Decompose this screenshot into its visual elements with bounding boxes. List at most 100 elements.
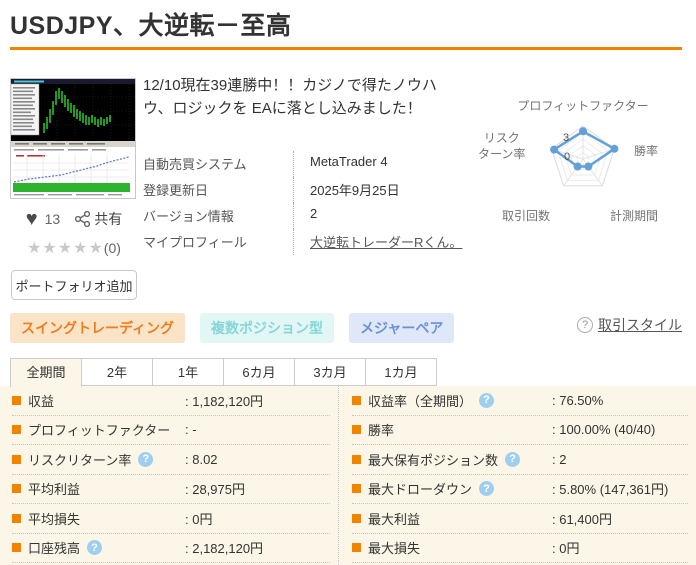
help-icon[interactable]: ?	[479, 392, 495, 408]
profile-link[interactable]: 大逆転トレーダーRくん。	[310, 235, 462, 250]
radar-scale-3: 3	[563, 132, 570, 144]
page-title: USDJPY、大逆転－至高	[10, 12, 292, 40]
help-icon[interactable]: ?	[138, 451, 154, 467]
share-label: 共有	[94, 211, 123, 227]
product-thumbnail-image	[10, 79, 135, 198]
share-icon	[75, 211, 91, 227]
rating-count: (0)	[103, 240, 121, 256]
stat-value: : 28,975円	[185, 482, 245, 498]
radar-scale-0: 0	[564, 151, 571, 163]
bullet-icon	[352, 425, 361, 435]
stat-value: : -	[185, 422, 197, 438]
bullet-icon	[352, 484, 361, 494]
stat-label: 平均利益	[28, 482, 81, 498]
info-row-system: 自動売買システム MetaTrader 4	[143, 151, 465, 177]
stat-row-max-positions: 最大保有ポジション数? : 2	[352, 445, 688, 475]
radar-axis-profit-factor: プロフィットファクター	[517, 99, 649, 113]
tab-all-period[interactable]: 全期間	[10, 358, 82, 387]
help-icon[interactable]: ?	[479, 481, 495, 497]
tag-major-pair[interactable]: メジャーペア	[349, 313, 455, 343]
tag-list: スイングトレーディング 複数ポジション型 メジャーペア	[10, 313, 455, 343]
bullet-icon	[12, 425, 21, 435]
stats-column-left: 収益? : 1,182,120円 プロフィットファクター? : - リスクリター…	[0, 386, 338, 565]
info-row-profile: マイプロフィール 大逆転トレーダーRくん。	[143, 229, 465, 255]
like-count: 13	[44, 211, 61, 227]
radar-axis-win-rate: 勝率	[634, 144, 659, 158]
stat-label: 最大ドローダウン	[368, 482, 473, 498]
tag-multi-position[interactable]: 複数ポジション型	[200, 313, 335, 343]
bullet-icon	[12, 395, 21, 405]
info-label: マイプロフィール	[143, 235, 247, 250]
stat-value: : 61,400円	[552, 511, 612, 527]
stat-value: : 76.50%	[552, 392, 604, 408]
stat-value: : 2,182,120円	[185, 541, 264, 557]
help-icon[interactable]: ?	[505, 451, 521, 467]
stat-label: リスクリターン率	[28, 452, 132, 468]
stat-label: 口座残高	[28, 541, 81, 557]
bullet-icon	[352, 395, 361, 405]
bullet-icon	[12, 543, 21, 553]
star-rating-icons: ★★★★★	[27, 240, 104, 257]
info-label: バージョン情報	[143, 209, 234, 224]
stat-value: : 5.80% (147,361円)	[552, 482, 669, 498]
radar-axis-risk-return-line2: ターン率	[478, 146, 526, 161]
heart-icon[interactable]: ♥	[26, 209, 38, 229]
help-icon[interactable]: ?	[87, 540, 103, 556]
stat-label: 最大損失	[368, 541, 421, 557]
trade-style: ? 取引スタイル	[577, 315, 682, 335]
stat-label: 最大利益	[368, 511, 421, 527]
stat-value: : 0円	[552, 541, 580, 557]
stat-value: : 100.00% (40/40)	[552, 422, 656, 438]
info-value: 2	[293, 203, 465, 229]
radar-axis-risk-return: リスク ターン率	[478, 131, 525, 162]
stat-row-max-drawdown: 最大ドローダウン? : 5.80% (147,361円)	[352, 475, 688, 504]
stat-row-risk-return: リスクリターン率? : 8.02	[12, 445, 330, 475]
radar-axis-trades: 取引回数	[502, 209, 551, 223]
info-label: 登録更新日	[143, 183, 209, 198]
tab-3-months[interactable]: 3カ月	[294, 358, 366, 386]
stats-column-right: 収益率（全期間）? : 76.50% 勝率? : 100.00% (40/40)…	[338, 386, 696, 565]
stat-value: : 2	[552, 451, 567, 467]
bullet-icon	[352, 513, 361, 523]
stat-value: : 8.02	[185, 451, 218, 467]
tab-1-year[interactable]: 1年	[152, 358, 224, 386]
bullet-icon	[352, 543, 361, 553]
radar-axis-period: 計測期間	[610, 209, 659, 223]
tag-swing-trading[interactable]: スイングトレーディング	[10, 313, 186, 343]
social-row: ♥ 13 共有	[11, 209, 137, 229]
info-row-updated: 登録更新日 2025年9月25日	[143, 177, 465, 203]
stat-row-balance: 口座残高? : 2,182,120円	[12, 534, 330, 563]
stat-label: 平均損失	[28, 511, 81, 527]
trade-style-link[interactable]: 取引スタイル	[598, 315, 682, 335]
stat-row-max-profit: 最大利益? : 61,400円	[352, 504, 688, 534]
bullet-icon	[352, 454, 361, 464]
stat-label: 収益	[28, 393, 55, 409]
stat-label: 最大保有ポジション数	[368, 452, 499, 468]
bullet-icon	[12, 484, 21, 494]
share-button[interactable]: 共有	[75, 209, 122, 229]
stats-panel: 収益? : 1,182,120円 プロフィットファクター? : - リスクリター…	[0, 386, 696, 565]
period-tabs: 全期間 2年 1年 6カ月 3カ月 1カ月	[10, 358, 437, 387]
info-row-version: バージョン情報 2	[143, 203, 465, 229]
help-icon[interactable]: ?	[577, 317, 593, 333]
tab-1-month[interactable]: 1カ月	[365, 358, 437, 386]
product-thumbnail[interactable]	[10, 78, 136, 199]
product-description: 12/10現在39連勝中！！カジノで得たノウハウ、ロジックを EAに落とし込みま…	[143, 77, 437, 118]
bullet-icon	[12, 513, 21, 523]
product-info-table: 自動売買システム MetaTrader 4 登録更新日 2025年9月25日 バ…	[143, 151, 465, 255]
stat-label: プロフィットファクター	[28, 423, 171, 439]
stat-label: 勝率	[368, 423, 395, 439]
tab-6-months[interactable]: 6カ月	[223, 358, 295, 386]
rating-row[interactable]: ★★★★★(0)	[11, 238, 137, 258]
stat-value: : 1,182,120円	[185, 393, 264, 409]
stat-row-profit: 収益? : 1,182,120円	[12, 386, 330, 416]
info-label: 自動売買システム	[143, 157, 247, 172]
stat-row-profit-factor: プロフィットファクター? : -	[12, 416, 330, 445]
add-portfolio-button[interactable]: ポートフォリオ追加	[11, 270, 137, 300]
stat-row-avg-profit: 平均利益? : 28,975円	[12, 475, 330, 504]
tab-2-years[interactable]: 2年	[81, 358, 153, 386]
bullet-icon	[12, 454, 21, 464]
info-value: 大逆転トレーダーRくん。	[293, 229, 465, 255]
performance-radar-chart: プロフィットファクター 勝率 計測期間 取引回数 リスク ターン率 3 0	[470, 85, 696, 245]
radar-axis-risk-return-line1: リスク	[483, 131, 520, 145]
